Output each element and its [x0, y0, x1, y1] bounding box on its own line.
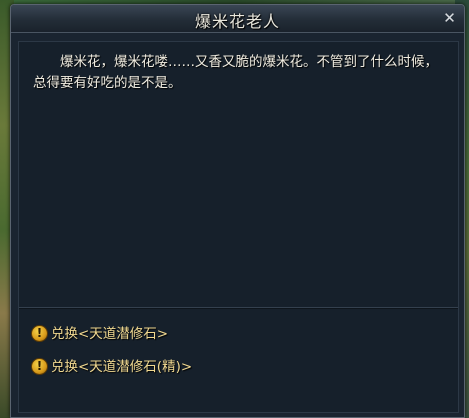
quest-exclamation-icon: !: [31, 325, 48, 342]
dialog-option-exchange-stone[interactable]: ! 兑换<天道潜修石>: [31, 324, 291, 344]
dialog-option-exchange-stone-refined[interactable]: ! 兑换<天道潜修石(精)>: [31, 357, 291, 377]
quest-exclamation-icon: !: [31, 358, 48, 375]
content-divider: [19, 307, 458, 309]
dialog-option-label[interactable]: 兑换<天道潜修石>: [51, 324, 168, 344]
npc-dialog-window: 爆米花老人 ✕ 爆米花，爆米花喽……又香又脆的爆米花。不管到了什么时候，总得要有…: [10, 4, 465, 418]
dialog-option-label[interactable]: 兑换<天道潜修石(精)>: [51, 357, 192, 377]
close-icon[interactable]: ✕: [441, 10, 458, 27]
dialog-title: 爆米花老人: [194, 12, 280, 31]
dialog-titlebar[interactable]: 爆米花老人 ✕: [11, 5, 464, 33]
npc-dialogue-text: 爆米花，爆米花喽……又香又脆的爆米花。不管到了什么时候，总得要有好吃的是不是。: [33, 54, 438, 91]
dialog-content-panel: 爆米花，爆米花喽……又香又脆的爆米花。不管到了什么时候，总得要有好吃的是不是。 …: [18, 41, 459, 413]
